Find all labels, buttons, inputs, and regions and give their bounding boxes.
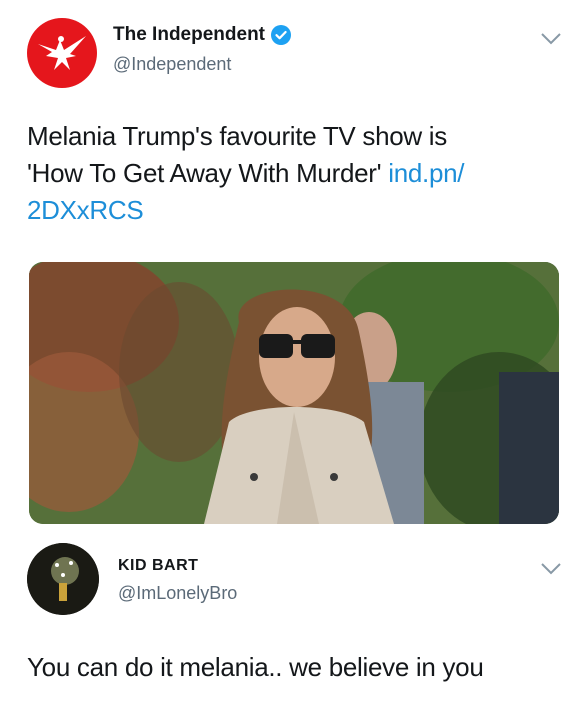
display-name[interactable]: The Independent <box>113 24 291 46</box>
tweet-text-line2: 'How To Get Away With Murder' ind.pn/ <box>27 155 465 192</box>
tweet-link-part2[interactable]: 2DXxRCS <box>27 195 144 225</box>
chevron-down-icon[interactable] <box>540 562 562 576</box>
avatar-image <box>27 543 99 615</box>
tweet-link-part1[interactable]: ind.pn/ <box>388 158 464 188</box>
tweet-text: Melania Trump's favourite TV show is 'Ho… <box>27 118 465 229</box>
photo-illustration <box>29 262 559 524</box>
display-name-text[interactable]: The Independent <box>113 24 265 46</box>
tweet-photo[interactable] <box>29 262 559 524</box>
handle[interactable]: @Independent <box>113 54 231 75</box>
tweet-text-title: 'How To Get Away With Murder' <box>27 158 382 188</box>
eagle-icon <box>38 36 86 70</box>
independent-avatar[interactable] <box>27 18 97 88</box>
kidbart-display-name[interactable]: KID BART <box>118 557 198 575</box>
kidbart-handle[interactable]: @ImLonelyBro <box>118 583 237 604</box>
reply-text: You can do it melania.. we believe in yo… <box>27 652 484 682</box>
verified-badge-icon <box>271 25 291 45</box>
kidbart-avatar[interactable] <box>27 543 99 615</box>
tweet-independent: The Independent @Independent Melania Tru… <box>0 0 588 530</box>
tweet-text-line1: Melania Trump's favourite TV show is <box>27 121 447 151</box>
tweet-text-line3: 2DXxRCS <box>27 192 464 229</box>
chevron-down-icon[interactable] <box>540 32 562 46</box>
